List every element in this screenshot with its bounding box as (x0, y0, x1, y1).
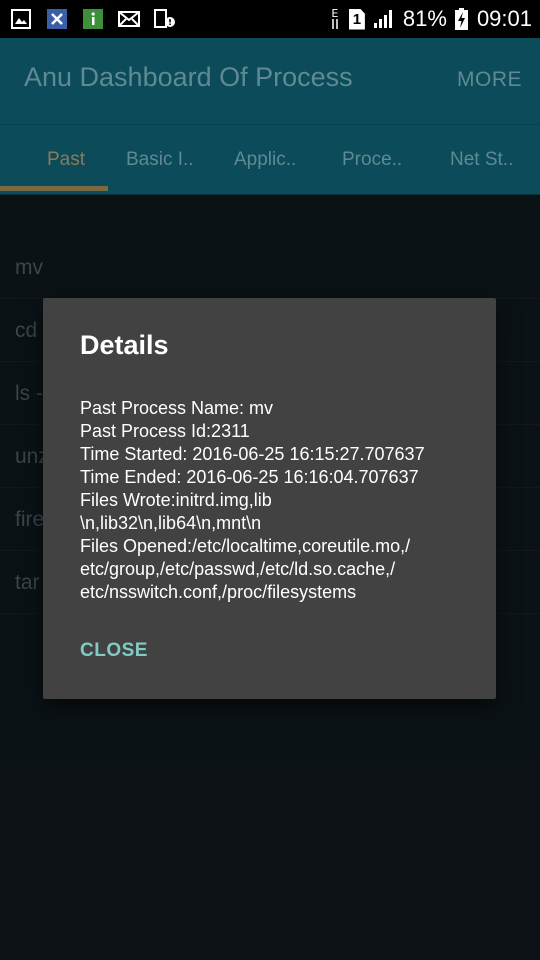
tab-basic-info[interactable]: Basic I.. (126, 149, 194, 171)
battery-charging-icon (455, 8, 469, 30)
app-title: Anu Dashboard Of Process (24, 62, 353, 92)
app-bar: Anu Dashboard Of Process MORE (0, 38, 540, 124)
tab-bar: Past Basic I.. Applic.. Proce.. Net St.. (0, 124, 540, 195)
details-dialog: Details Past Process Name: mv Past Proce… (43, 298, 496, 699)
status-bar: E 1 81% 09:01 (0, 0, 540, 38)
notification-icons (0, 8, 176, 30)
detail-line: Files Opened:/etc/localtime,coreutile.mo… (80, 536, 411, 556)
dialog-title: Details (80, 330, 169, 360)
detail-line: Past Process Name: mv (80, 398, 274, 418)
detail-line: Time Ended: 2016-06-25 16:16:04.707637 (80, 467, 419, 487)
battery-percent: 81% (402, 6, 447, 31)
network-type-label: E (331, 7, 339, 20)
app-x-icon (46, 8, 68, 30)
system-status: E 1 81% 09:01 (329, 6, 540, 32)
detail-line: Past Process Id:2311 (80, 421, 250, 441)
detail-line: Time Started: 2016-06-25 16:15:27.707637 (80, 444, 425, 464)
close-button[interactable]: CLOSE (80, 640, 148, 662)
info-app-icon (82, 8, 104, 30)
tab-past[interactable]: Past (47, 149, 85, 171)
tab-applications[interactable]: Applic.. (234, 149, 296, 171)
tab-indicator (0, 186, 108, 191)
clock: 09:01 (476, 6, 532, 31)
mail-icon (118, 8, 140, 30)
tab-net-stats[interactable]: Net St.. (450, 149, 513, 171)
sim-icon: 1 (348, 8, 365, 30)
more-button[interactable]: MORE (457, 68, 522, 92)
detail-line: Files Wrote:initrd.img,lib (80, 490, 272, 510)
signal-icon (373, 8, 395, 30)
detail-line: \n,lib32\n,lib64\n,mnt\n (80, 513, 262, 533)
detail-line: etc/nsswitch.conf,/proc/filesystems (80, 582, 357, 602)
dialog-message: Past Process Name: mv Past Process Id:23… (80, 397, 465, 604)
network-type-icon: E (329, 8, 341, 30)
detail-line: etc/group,/etc/passwd,/etc/ld.so.cache,/ (80, 559, 396, 579)
tab-processes[interactable]: Proce.. (342, 149, 402, 171)
device-alert-icon (154, 8, 176, 30)
gallery-icon (10, 8, 32, 30)
